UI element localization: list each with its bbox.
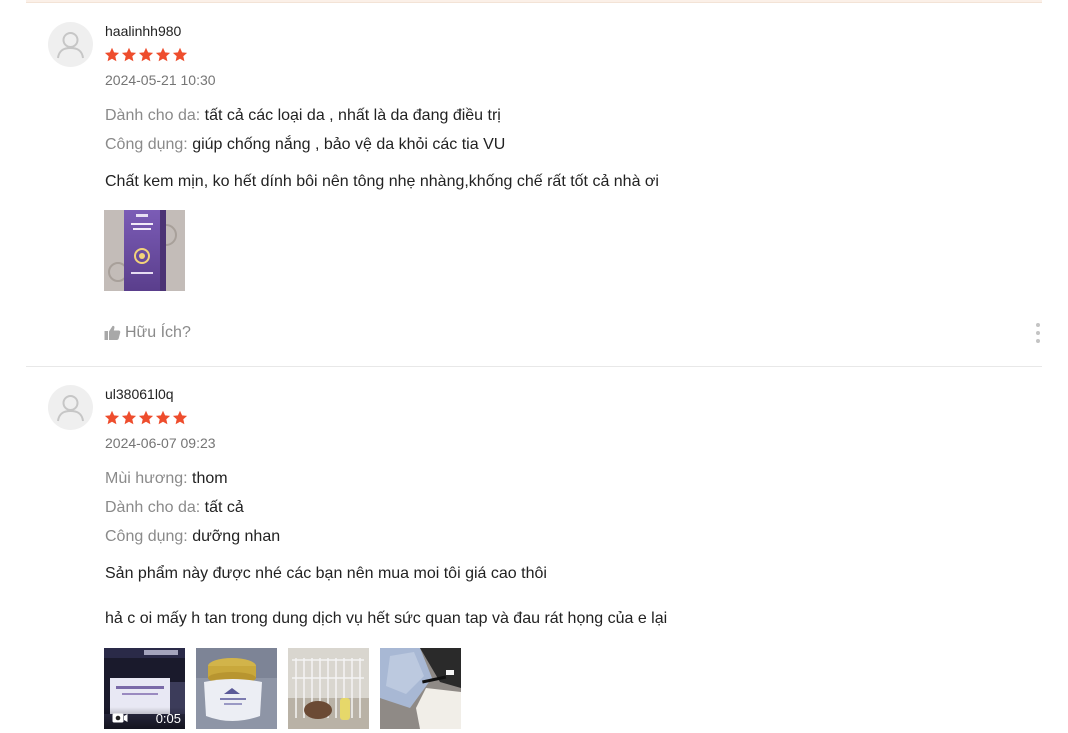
star-icon — [155, 410, 171, 425]
review-text: hả c oi mấy h tan trong dung dịch vụ hết… — [105, 610, 668, 627]
attribute-value: tất cả — [204, 499, 244, 516]
review-date: 2024-06-07 09:23 — [105, 435, 216, 451]
star-icon — [138, 410, 154, 425]
review-item: ul38061l0q 2024-06-07 09:23 Mùi hương: t… — [26, 367, 1042, 733]
review-text: Chất kem mịn, ko hết dính bôi nên tông n… — [105, 173, 659, 190]
avatar[interactable] — [48, 22, 93, 67]
thumbs-up-icon — [104, 325, 121, 340]
helpful-label: Hữu Ích? — [125, 324, 191, 341]
attribute-label: Công dụng: — [105, 136, 188, 153]
review-photo-thumbnail[interactable] — [104, 210, 185, 291]
review-photo-thumbnail[interactable] — [288, 648, 369, 729]
attribute-label: Dành cho da: — [105, 107, 201, 124]
star-icon — [121, 410, 137, 425]
review-item: haalinhh980 2024-05-21 10:30 Dành cho da… — [26, 0, 1042, 367]
dot-icon — [1036, 339, 1040, 343]
review-video-thumbnail[interactable]: 0:05 — [104, 648, 185, 729]
attribute-row: Dành cho da: tất cả các loại da , nhất l… — [105, 107, 501, 125]
star-rating — [104, 410, 188, 426]
attribute-value: thom — [192, 470, 228, 487]
dot-icon — [1036, 323, 1040, 327]
attribute-label: Dành cho da: — [105, 499, 201, 516]
reviewer-username: haalinhh980 — [105, 23, 182, 39]
video-camera-icon — [112, 713, 128, 723]
star-icon — [121, 47, 137, 62]
reviewer-username: ul38061l0q — [105, 386, 174, 402]
attribute-value: giúp chống nắng , bảo vệ da khỏi các tia… — [192, 136, 506, 153]
video-duration-badge: 0:05 — [104, 707, 185, 729]
user-placeholder-icon — [57, 32, 84, 59]
review-photo-thumbnail[interactable] — [196, 648, 277, 729]
cream-jar-photo — [196, 648, 277, 729]
attribute-row: Công dụng: dưỡng nhan — [105, 528, 280, 546]
star-icon — [172, 47, 188, 62]
attribute-row: Công dụng: giúp chống nắng , bảo vệ da k… — [105, 136, 505, 154]
helpful-button[interactable]: Hữu Ích? — [104, 324, 191, 342]
more-options-button[interactable] — [1034, 323, 1042, 343]
attribute-value: dưỡng nhan — [192, 528, 281, 545]
star-rating — [104, 47, 188, 63]
clothing-photo — [380, 648, 461, 729]
attribute-value: tất cả các loại da , nhất là da đang điề… — [204, 107, 501, 124]
dot-icon — [1036, 331, 1040, 335]
review-date: 2024-05-21 10:30 — [105, 72, 216, 88]
star-icon — [104, 47, 120, 62]
avatar[interactable] — [48, 385, 93, 430]
star-icon — [138, 47, 154, 62]
pet-cage-photo — [288, 648, 369, 729]
attribute-label: Mùi hương: — [105, 470, 188, 487]
star-icon — [155, 47, 171, 62]
attribute-row: Mùi hương: thom — [105, 470, 228, 488]
star-icon — [172, 410, 188, 425]
product-box-photo — [104, 210, 185, 291]
star-icon — [104, 410, 120, 425]
review-text: Sản phẩm này được nhé các bạn nên mua mo… — [105, 565, 547, 582]
video-duration: 0:05 — [155, 710, 181, 726]
attribute-row: Dành cho da: tất cả — [105, 499, 244, 517]
attribute-label: Công dụng: — [105, 528, 188, 545]
review-photo-thumbnail[interactable] — [380, 648, 461, 729]
user-placeholder-icon — [57, 395, 84, 422]
